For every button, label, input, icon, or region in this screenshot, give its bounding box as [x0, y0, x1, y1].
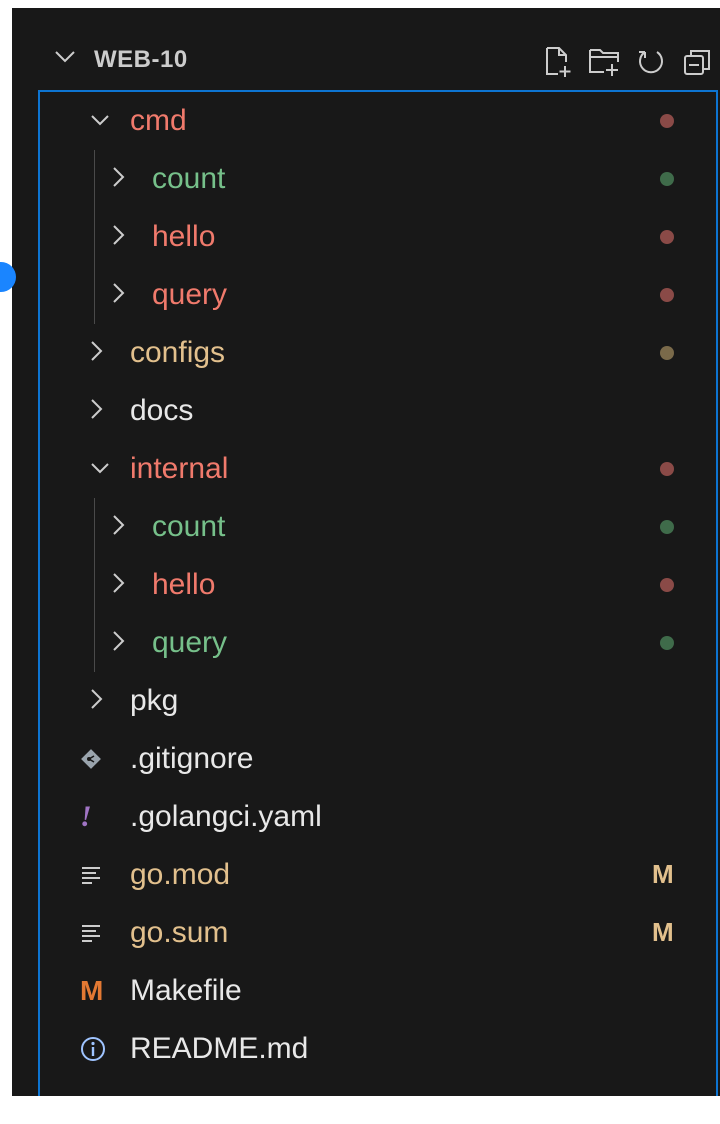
git-status-dot: [660, 172, 674, 186]
chevron-right-icon[interactable]: [90, 340, 104, 367]
chevron-right-icon[interactable]: [90, 688, 104, 715]
tree-folder-row[interactable]: docs: [40, 382, 720, 440]
tree-item-label: count: [152, 162, 226, 195]
tree-item-label: internal: [130, 452, 229, 485]
makefile-icon: M: [80, 975, 104, 1006]
indent-guide: [94, 498, 95, 672]
git-status-badge: M: [652, 917, 674, 947]
tree-folder-row[interactable]: query: [40, 266, 720, 324]
tree-item-label: docs: [130, 394, 194, 427]
git-status-dot: [660, 114, 674, 128]
tree-folder-row[interactable]: count: [40, 498, 720, 556]
refresh-icon[interactable]: [628, 42, 674, 82]
new-folder-icon[interactable]: [582, 42, 628, 82]
chevron-down-icon[interactable]: [90, 114, 110, 133]
tree-folder-row[interactable]: hello: [40, 556, 720, 614]
git-icon: [80, 742, 102, 776]
tree-item-label: .golangci.yaml: [130, 800, 322, 833]
git-status-dot: [660, 520, 674, 534]
chevron-right-icon[interactable]: [112, 224, 126, 251]
new-file-icon[interactable]: [536, 42, 582, 82]
git-status-dot: [660, 288, 674, 302]
tree-file-row[interactable]: ! .golangci.yaml: [40, 788, 720, 846]
tree-folder-row[interactable]: query: [40, 614, 720, 672]
tree-item-label: cmd: [130, 104, 187, 137]
file-tree: cmd count hello query configs docs internal cou…: [38, 90, 718, 1096]
workspace-title: WEB-10: [94, 46, 188, 73]
chevron-right-icon[interactable]: [112, 630, 126, 657]
tree-file-row[interactable]: .gitignore: [40, 730, 720, 788]
tree-item-label: query: [152, 626, 228, 659]
tree-item-label: count: [152, 510, 226, 543]
tree-folder-row[interactable]: configs: [40, 324, 720, 382]
tree-item-label: hello: [152, 220, 216, 253]
chevron-right-icon[interactable]: [90, 398, 104, 425]
tree-folder-row[interactable]: cmd: [40, 92, 720, 150]
tree-item-label: .gitignore: [130, 742, 254, 775]
tree-item-label: go.mod: [130, 858, 231, 891]
chevron-down-icon[interactable]: [54, 50, 76, 69]
tree-file-row[interactable]: M Makefile: [40, 962, 720, 1020]
tree-folder-row[interactable]: pkg: [40, 672, 720, 730]
chevron-right-icon[interactable]: [112, 282, 126, 309]
git-status-dot: [660, 636, 674, 650]
yaml-icon: !: [80, 800, 92, 833]
chevron-right-icon[interactable]: [112, 572, 126, 599]
tree-folder-row[interactable]: count: [40, 150, 720, 208]
text-lines-icon: [80, 858, 102, 892]
chevron-right-icon[interactable]: [112, 166, 126, 193]
text-lines-icon: [80, 916, 102, 950]
collapse-all-icon[interactable]: [674, 42, 720, 82]
tree-file-row[interactable]: README.md: [40, 1020, 720, 1078]
git-status-badge: M: [652, 859, 674, 889]
tree-item-label: go.sum: [130, 916, 229, 949]
explorer-header[interactable]: WEB-10: [12, 32, 720, 90]
tree-item-label: configs: [130, 336, 226, 369]
tree-file-row[interactable]: go.mod M: [40, 846, 720, 904]
chevron-down-icon[interactable]: [90, 462, 110, 481]
tree-item-label: Makefile: [130, 974, 242, 1007]
git-status-dot: [660, 230, 674, 244]
tree-item-label: README.md: [130, 1032, 309, 1065]
git-status-dot: [660, 346, 674, 360]
tree-file-row[interactable]: go.sum M: [40, 904, 720, 962]
tree-item-label: query: [152, 278, 228, 311]
git-status-dot: [660, 462, 674, 476]
tree-item-label: pkg: [130, 684, 179, 717]
git-status-dot: [660, 578, 674, 592]
explorer-actions: [536, 42, 720, 82]
indent-guide: [94, 150, 95, 324]
tree-folder-row[interactable]: hello: [40, 208, 720, 266]
tree-item-label: hello: [152, 568, 216, 601]
info-icon: [80, 1032, 106, 1066]
tree-folder-row[interactable]: internal: [40, 440, 720, 498]
chevron-right-icon[interactable]: [112, 514, 126, 541]
